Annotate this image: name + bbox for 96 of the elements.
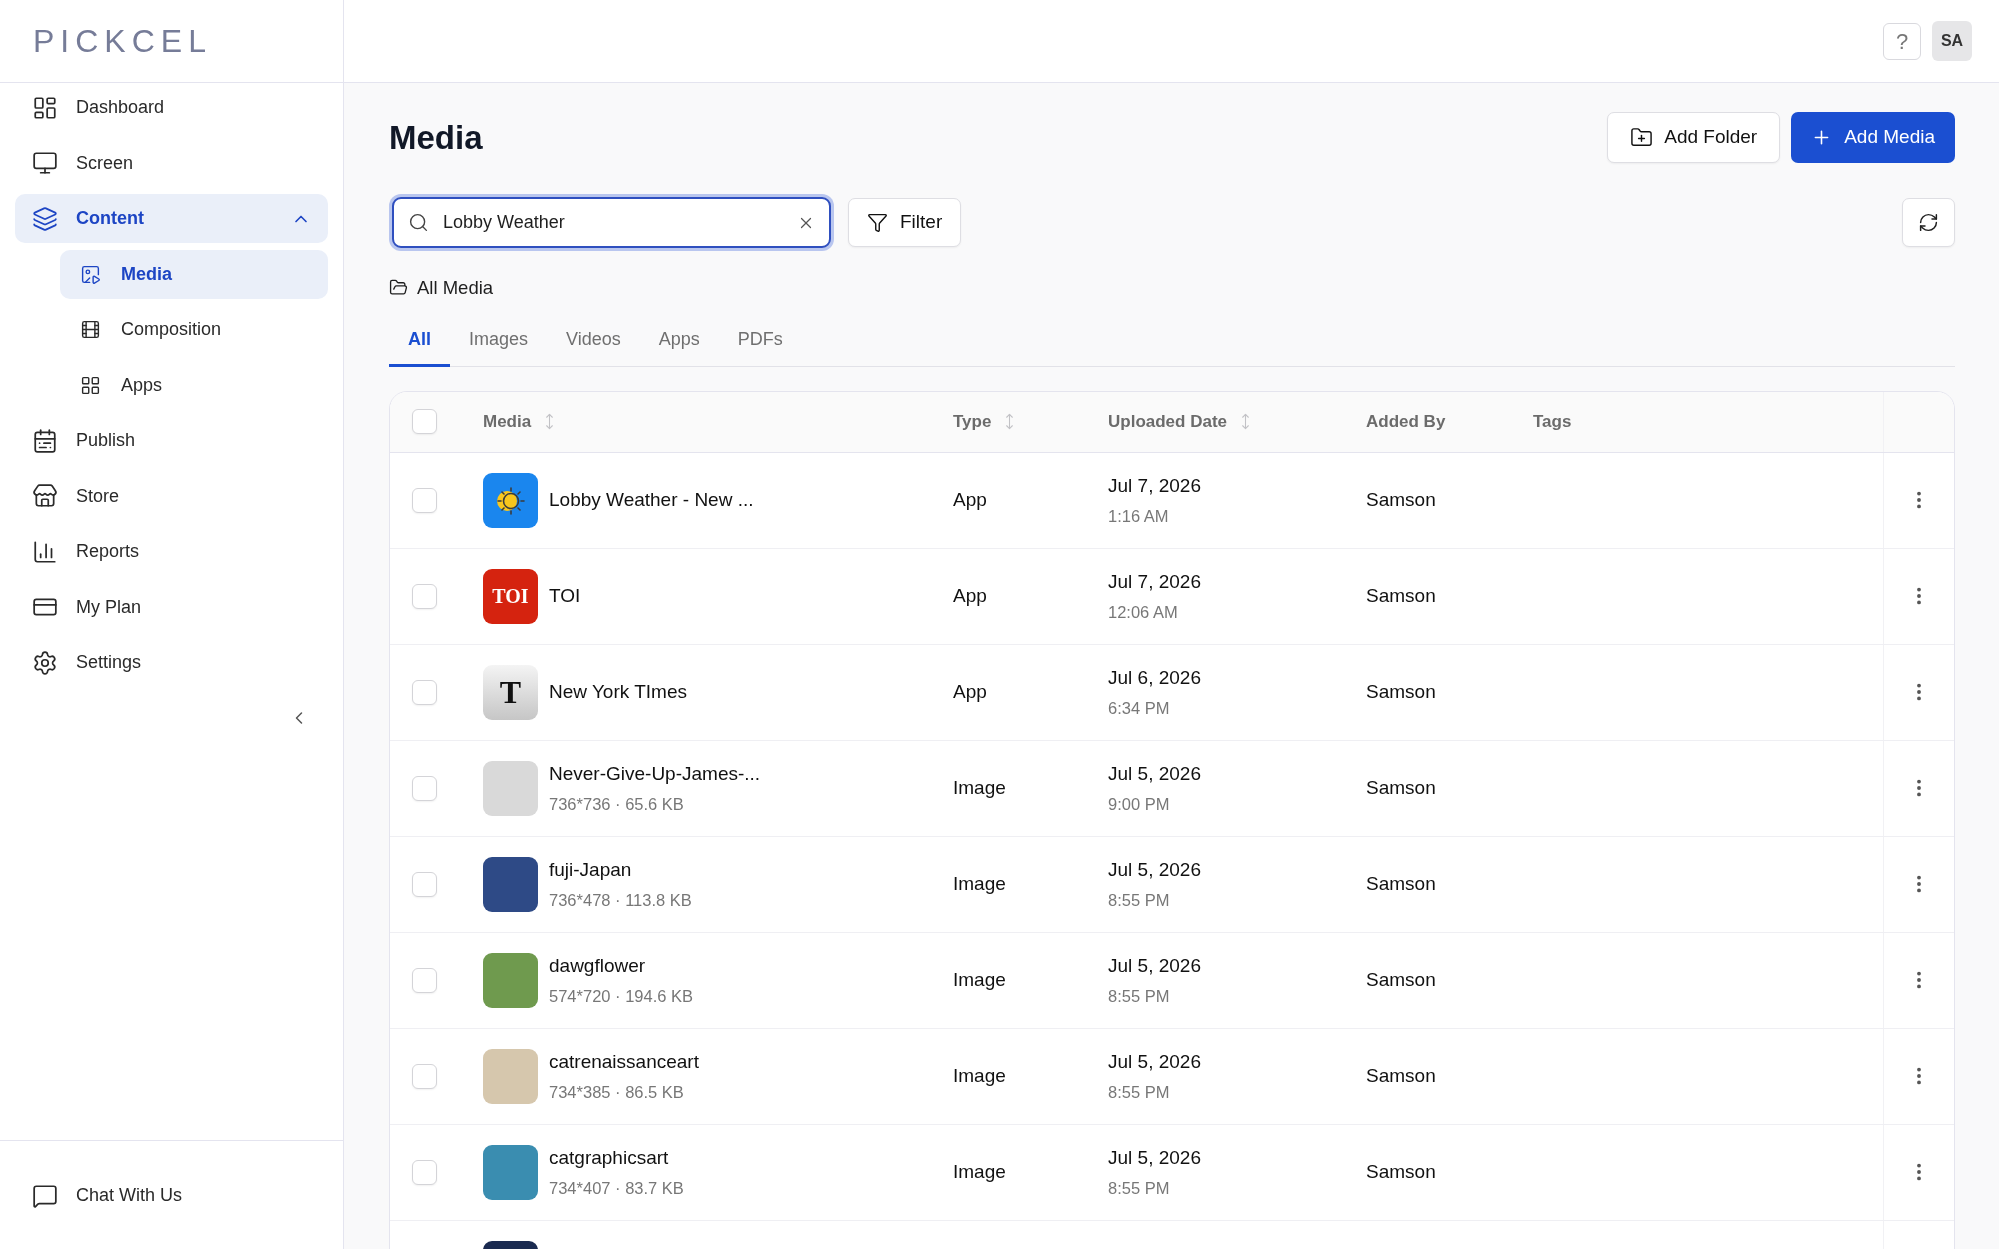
media-name[interactable]: TOI bbox=[549, 582, 581, 611]
media-name[interactable]: New York TImes bbox=[549, 678, 687, 707]
type-cell-text: Image bbox=[953, 968, 1006, 992]
upload-date: Jul 5, 2026 bbox=[1108, 1146, 1201, 1171]
grid-icon bbox=[80, 374, 101, 396]
bar-chart-icon bbox=[32, 538, 58, 565]
media-details: 574*720 · 194.6 KB bbox=[549, 986, 694, 1008]
added-by-cell-text: Samson bbox=[1366, 968, 1436, 992]
settings-icon bbox=[32, 649, 58, 676]
checkbox[interactable] bbox=[412, 1063, 437, 1089]
logo: PICKCEL bbox=[33, 25, 212, 57]
folder-plus-icon bbox=[1630, 126, 1654, 149]
upload-time: 8:55 PM bbox=[1108, 889, 1170, 911]
type-cell-text: App bbox=[953, 488, 987, 512]
upload-time: 9:00 PM bbox=[1108, 793, 1170, 815]
upload-date: Jul 6, 2026 bbox=[1108, 666, 1201, 691]
breadcrumb-link[interactable]: All Media bbox=[417, 274, 494, 302]
store-icon bbox=[32, 483, 58, 509]
search-field[interactable]: Lobby Weather bbox=[392, 197, 831, 248]
checkbox[interactable] bbox=[412, 679, 437, 705]
media-name[interactable]: Lobby Weather - New ... bbox=[549, 486, 754, 515]
checkbox[interactable] bbox=[412, 583, 437, 609]
sidebar-subitem[interactable]: Media bbox=[60, 249, 328, 299]
added-by-cell-text: Samson bbox=[1366, 1064, 1436, 1088]
monitor-icon bbox=[32, 150, 58, 176]
media-details: 736*736 · 65.6 KB bbox=[549, 794, 684, 816]
media-name[interactable]: fuji-Japan bbox=[549, 855, 632, 885]
upload-time: 8:55 PM bbox=[1108, 985, 1170, 1007]
media-name[interactable]: catgraphicsart bbox=[549, 1143, 669, 1173]
upload-date: Jul 5, 2026 bbox=[1108, 762, 1201, 787]
column-header[interactable]: Uploaded Date bbox=[1108, 409, 1228, 435]
filter-button[interactable]: Filter bbox=[848, 198, 962, 247]
refresh-button[interactable] bbox=[1902, 198, 1955, 247]
upload-time: 8:55 PM bbox=[1108, 1081, 1170, 1103]
tab[interactable]: Images bbox=[450, 312, 548, 367]
image-play-icon bbox=[80, 263, 101, 285]
chat-bubble-icon bbox=[32, 1182, 58, 1209]
column-header[interactable]: Media bbox=[483, 409, 532, 435]
refresh-icon bbox=[1918, 212, 1939, 233]
checkbox[interactable] bbox=[412, 871, 437, 897]
media-name[interactable]: catrenaissanceart bbox=[549, 1047, 699, 1077]
column-header: Added By bbox=[1366, 411, 1446, 433]
type-cell-text: Image bbox=[953, 1064, 1006, 1088]
checkbox[interactable] bbox=[412, 775, 437, 801]
media-details: 734*385 · 86.5 KB bbox=[549, 1082, 684, 1104]
tab[interactable]: Apps bbox=[639, 312, 719, 367]
checkbox[interactable] bbox=[412, 967, 437, 993]
column-header[interactable]: Type bbox=[953, 409, 992, 435]
added-by-cell-text: Samson bbox=[1366, 488, 1436, 512]
tab[interactable]: All bbox=[389, 312, 450, 367]
added-by-cell-text: Samson bbox=[1366, 1160, 1436, 1184]
sun-app-icon bbox=[483, 472, 538, 528]
type-cell-text: Image bbox=[953, 1160, 1006, 1184]
filter-icon bbox=[867, 212, 888, 233]
upload-date: Jul 7, 2026 bbox=[1108, 474, 1201, 499]
app-logo: TOI bbox=[483, 568, 538, 624]
type-cell-text: App bbox=[953, 680, 987, 704]
upload-date: Jul 7, 2026 bbox=[1108, 570, 1201, 595]
sidebar-item[interactable]: Content bbox=[15, 194, 328, 243]
upload-time: 8:55 PM bbox=[1108, 1177, 1170, 1199]
tab[interactable]: PDFs bbox=[718, 312, 802, 367]
film-icon bbox=[80, 319, 101, 340]
calendar-icon bbox=[32, 427, 58, 454]
upload-time: 6:34 PM bbox=[1108, 697, 1170, 719]
user-avatar[interactable]: SA bbox=[1932, 21, 1972, 61]
added-by-cell-text: Samson bbox=[1366, 776, 1436, 800]
media-details: 736*478 · 113.8 KB bbox=[549, 890, 692, 912]
app-logo: T bbox=[483, 664, 538, 720]
tab[interactable]: Videos bbox=[547, 312, 640, 367]
checkbox[interactable] bbox=[412, 409, 437, 435]
media-name[interactable]: dawgflower bbox=[549, 951, 646, 981]
type-cell-text: Image bbox=[953, 776, 1006, 800]
added-by-cell-text: Samson bbox=[1366, 680, 1436, 704]
layers-icon bbox=[32, 205, 58, 232]
help-button[interactable]: ? bbox=[1883, 22, 1921, 60]
type-cell-text: App bbox=[953, 584, 987, 608]
upload-date: Jul 5, 2026 bbox=[1108, 954, 1201, 979]
chat-button[interactable]: Chat With Us bbox=[15, 1171, 328, 1220]
folder-open-icon bbox=[389, 278, 408, 298]
page-title: Media bbox=[389, 117, 483, 158]
upload-date: Jul 5, 2026 bbox=[1108, 1050, 1201, 1075]
checkbox[interactable] bbox=[412, 487, 437, 513]
dashboard-icon bbox=[32, 94, 58, 121]
search-icon bbox=[408, 212, 429, 233]
added-by-cell-text: Samson bbox=[1366, 584, 1436, 608]
checkbox[interactable] bbox=[412, 1159, 437, 1185]
added-by-cell-text: Samson bbox=[1366, 872, 1436, 896]
add-media-button[interactable]: Add Media bbox=[1791, 112, 1955, 163]
add-folder-button[interactable]: Add Folder bbox=[1607, 112, 1781, 163]
upload-date: Jul 5, 2026 bbox=[1108, 858, 1201, 883]
upload-time: 12:06 AM bbox=[1108, 601, 1178, 623]
type-cell-text: Image bbox=[953, 872, 1006, 896]
media-details: 734*407 · 83.7 KB bbox=[549, 1178, 684, 1200]
upload-time: 1:16 AM bbox=[1108, 505, 1169, 527]
column-header: Tags bbox=[1533, 411, 1572, 433]
media-name[interactable]: Never-Give-Up-James-... bbox=[549, 759, 761, 789]
